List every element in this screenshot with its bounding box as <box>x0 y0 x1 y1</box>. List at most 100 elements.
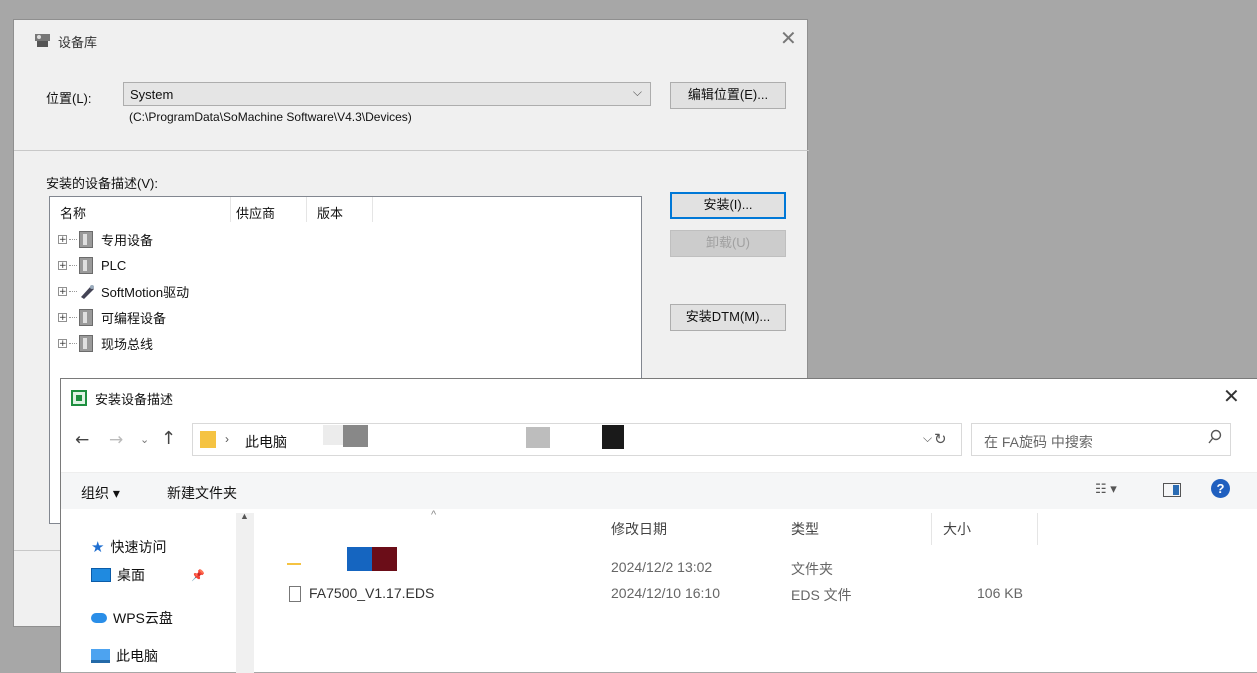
installed-label: 安装的设备描述(V): <box>46 176 158 191</box>
uninstall-button[interactable]: 卸载(U) <box>670 230 786 257</box>
file-row[interactable]: 2024/12/2 13:02 文件夹 <box>271 547 1257 577</box>
device-icon <box>79 334 93 352</box>
close-icon[interactable]: ✕ <box>1223 384 1240 408</box>
dialog-app-icon <box>71 390 87 406</box>
device-icon <box>79 230 93 248</box>
nav-label: 快速访问 <box>110 539 167 555</box>
file-modified: 2024/12/2 13:02 <box>611 559 713 575</box>
file-name: FA7500_V1.17.EDS <box>309 585 435 601</box>
folder-icon <box>200 431 216 448</box>
computer-icon <box>91 649 110 663</box>
forward-icon[interactable]: → <box>109 430 123 450</box>
device-icon <box>79 308 93 326</box>
nav-desktop[interactable]: 桌面 📌 <box>91 565 205 585</box>
tree-item-dedicated[interactable]: + 专用设备 <box>58 227 153 251</box>
recent-dropdown-icon[interactable]: ⌄ <box>140 433 149 446</box>
column-size[interactable]: 大小 <box>943 519 971 539</box>
tree-item-programmable[interactable]: + 可编程设备 <box>58 305 166 329</box>
cloud-icon <box>91 613 107 623</box>
tree-item-plc[interactable]: + PLC <box>58 253 126 277</box>
chevron-right-icon: › <box>225 432 229 446</box>
install-dtm-button[interactable]: 安装DTM(M)... <box>670 304 786 331</box>
tree-header: 名称 供应商 版本 <box>50 197 641 222</box>
address-bar[interactable]: › 此电脑 ⌵ <box>192 423 962 456</box>
folder-icon <box>287 563 301 565</box>
device-library-title: 设备库 <box>58 35 98 50</box>
search-icon[interactable] <box>1208 429 1222 448</box>
install-button[interactable]: 安装(I)... <box>670 192 786 219</box>
tree-item-softmotion[interactable]: + SoftMotion驱动 <box>58 279 189 303</box>
dialog-title: 安装设备描述 <box>95 392 174 407</box>
navigation-pane: ▲ ★ 快速访问 桌面 📌 WPS云盘 此电脑 <box>61 509 254 673</box>
up-icon[interactable]: ↑ <box>161 428 176 449</box>
back-icon[interactable]: ← <box>75 430 89 450</box>
column-type[interactable]: 类型 <box>791 519 819 539</box>
divider <box>372 197 373 222</box>
redacted-block <box>347 547 372 571</box>
preview-pane-icon[interactable] <box>1163 483 1181 497</box>
expand-icon[interactable]: + <box>58 234 67 244</box>
help-icon[interactable]: ? <box>1211 479 1230 498</box>
breadcrumb-this-pc[interactable]: 此电脑 <box>245 432 287 452</box>
redacted-block <box>602 425 624 449</box>
expand-icon[interactable]: + <box>58 338 67 348</box>
install-description-dialog: 安装设备描述 ✕ ← → ⌄ ↑ › 此电脑 ⌵ ↻ 在 FA旋码 中搜索 组织… <box>60 378 1257 673</box>
tree-item-label: SoftMotion驱动 <box>101 284 190 300</box>
divider <box>230 197 231 222</box>
tree-item-fieldbus[interactable]: + 现场总线 <box>58 331 153 355</box>
organize-menu[interactable]: 组织 ▾ <box>81 483 120 503</box>
device-library-icon <box>34 32 52 48</box>
column-vendor[interactable]: 供应商 <box>236 203 275 222</box>
file-type: 文件夹 <box>791 561 833 577</box>
close-icon[interactable]: ✕ <box>780 26 797 50</box>
location-path: (C:\ProgramData\SoMachine Software\V4.3\… <box>129 110 412 124</box>
file-size: 106 KB <box>977 585 1023 601</box>
search-box[interactable]: 在 FA旋码 中搜索 <box>971 423 1231 456</box>
expand-icon[interactable]: + <box>58 312 67 322</box>
view-options-icon[interactable]: ☷ ▾ <box>1095 481 1117 497</box>
file-list[interactable]: ^ 修改日期 类型 大小 2024/12/2 13:02 文件夹 FA7500_… <box>271 509 1257 673</box>
file-icon <box>289 586 301 602</box>
chevron-down-icon: ⌵ <box>632 85 642 99</box>
edit-location-button[interactable]: 编辑位置(E)... <box>670 82 786 109</box>
tree-item-label: 专用设备 <box>101 232 154 248</box>
tree-item-label: 现场总线 <box>101 336 154 352</box>
nav-label: WPS云盘 <box>113 610 173 626</box>
command-bar: 组织 ▾ 新建文件夹 ☷ ▾ ? <box>61 472 1257 509</box>
divider <box>931 513 932 545</box>
drive-icon <box>79 283 95 299</box>
file-type: EDS 文件 <box>791 587 852 603</box>
tree-item-label: PLC <box>101 257 127 273</box>
device-icon <box>79 256 93 274</box>
star-icon: ★ <box>91 539 105 556</box>
nav-label: 桌面 <box>117 567 145 583</box>
location-select-value: System <box>130 87 174 102</box>
location-select[interactable]: System ⌵ <box>123 82 651 106</box>
column-name[interactable]: 名称 <box>60 203 86 222</box>
tree-item-label: 可编程设备 <box>101 310 167 326</box>
search-placeholder: 在 FA旋码 中搜索 <box>984 434 1093 450</box>
nav-wps-cloud[interactable]: WPS云盘 <box>91 608 173 628</box>
file-modified: 2024/12/10 16:10 <box>611 585 720 601</box>
column-version[interactable]: 版本 <box>317 203 343 222</box>
new-folder-button[interactable]: 新建文件夹 <box>167 483 237 503</box>
divider <box>306 197 307 222</box>
redacted-block <box>526 427 550 448</box>
chevron-down-icon[interactable]: ⌵ <box>923 431 932 446</box>
nav-this-pc[interactable]: 此电脑 <box>91 646 158 666</box>
column-modified[interactable]: 修改日期 <box>611 519 667 539</box>
expand-icon[interactable]: + <box>58 260 67 270</box>
desktop-icon <box>91 568 111 582</box>
scrollbar[interactable]: ▲ <box>236 511 254 673</box>
redacted-block <box>372 547 397 571</box>
divider <box>1037 513 1038 545</box>
nav-label: 此电脑 <box>116 648 158 664</box>
divider <box>14 150 809 151</box>
redacted-block <box>323 425 343 445</box>
nav-quick-access[interactable]: ★ 快速访问 <box>91 537 166 557</box>
sort-indicator-icon: ^ <box>431 509 437 521</box>
file-row[interactable]: FA7500_V1.17.EDS 2024/12/10 16:10 EDS 文件… <box>271 585 1257 611</box>
pin-icon: 📌 <box>191 569 205 582</box>
expand-icon[interactable]: + <box>58 286 67 296</box>
refresh-icon[interactable]: ↻ <box>934 430 947 448</box>
